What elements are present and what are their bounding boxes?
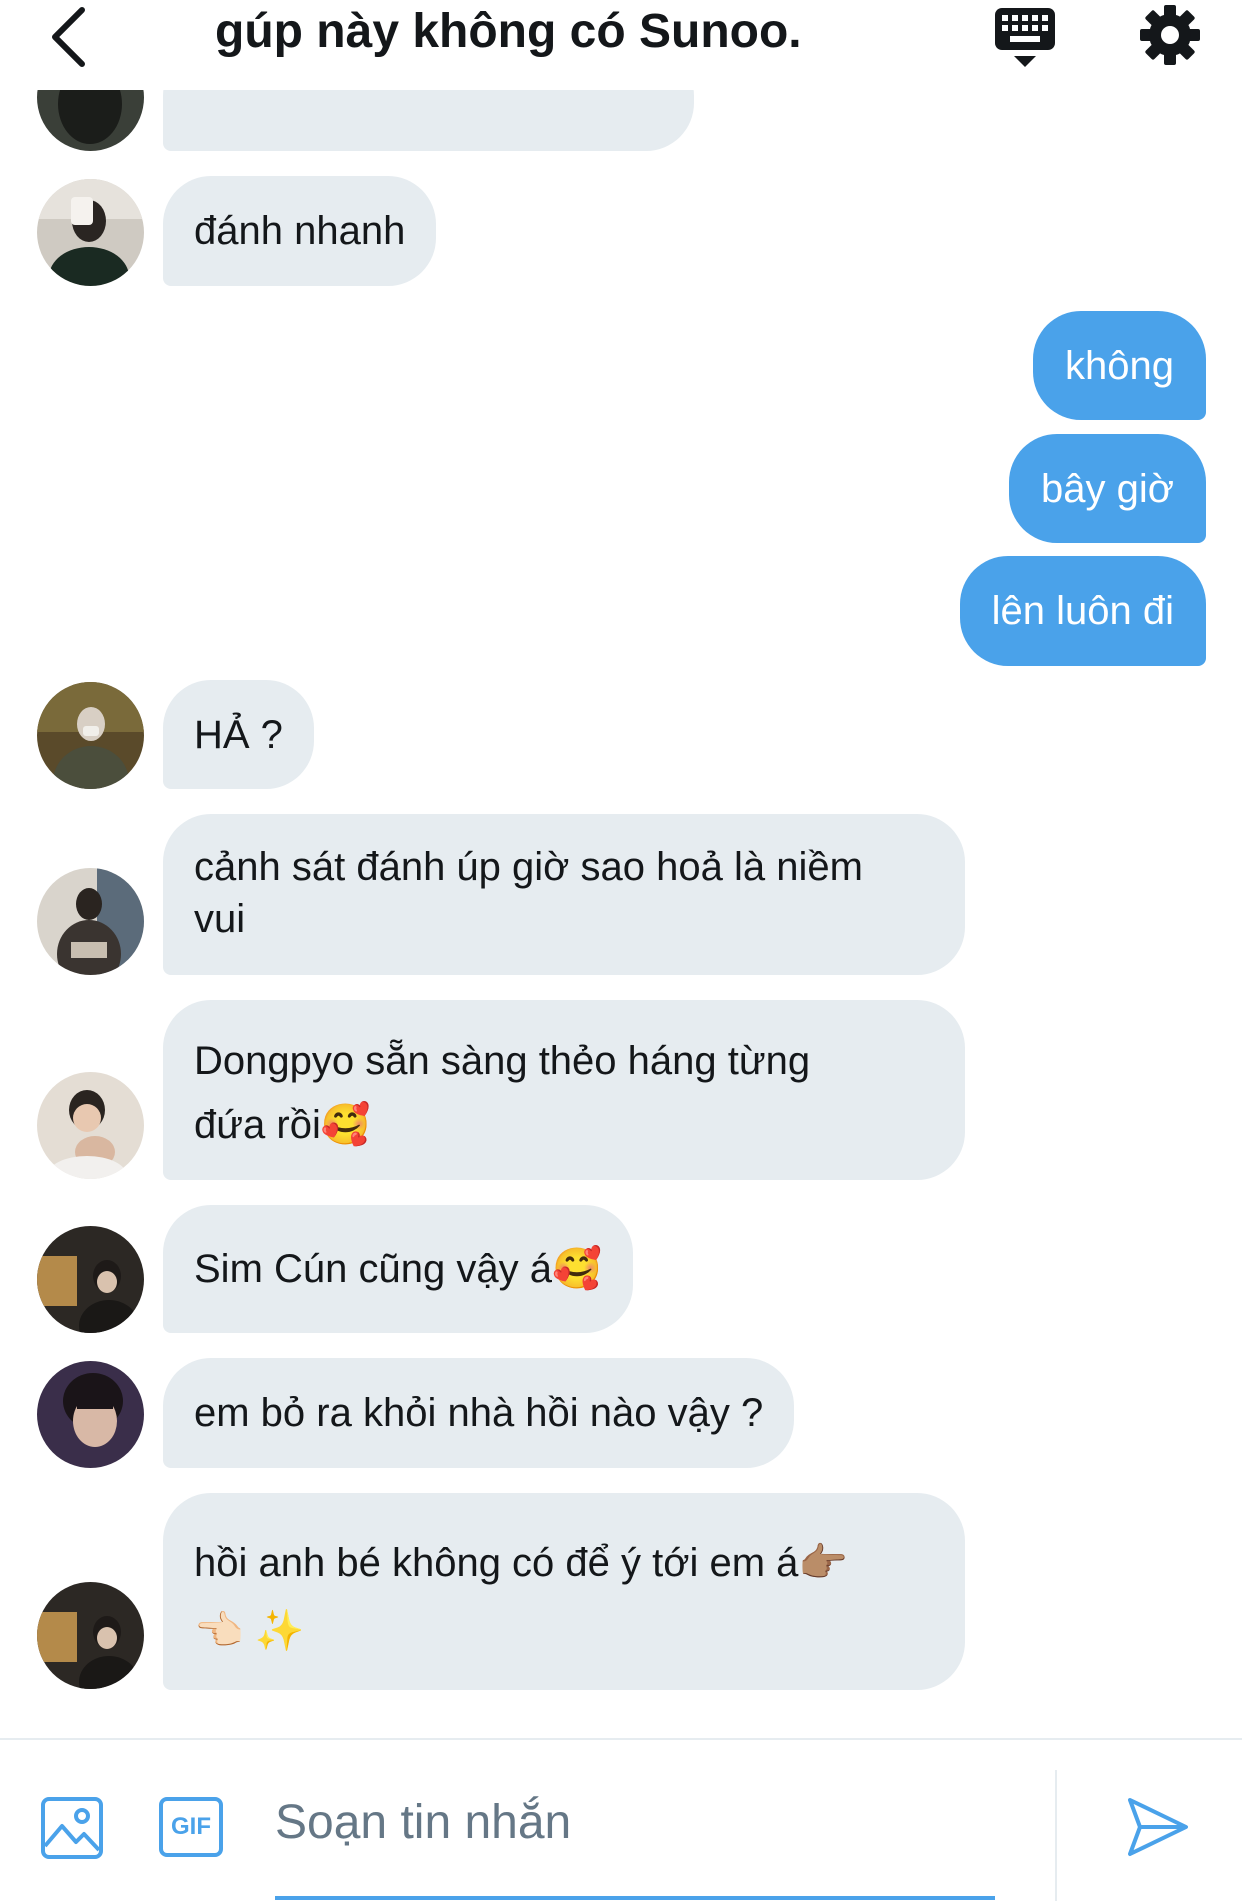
message-text: Dongpyo sẵn sàng thẻo háng từng: [194, 1039, 811, 1083]
chevron-left-icon: [52, 7, 85, 67]
message-text: HẢ ?: [194, 713, 283, 757]
message-text: lên luôn đi: [991, 589, 1174, 633]
avatar[interactable]: [37, 1072, 144, 1179]
message-bubble-outgoing[interactable]: lên luôn đi: [959, 556, 1206, 666]
image-icon: [41, 1797, 103, 1859]
settings-button[interactable]: [1139, 4, 1201, 66]
message-bubble[interactable]: cảnh sát đánh úp giờ sao hoả là niềm vui: [163, 814, 965, 975]
avatar[interactable]: [37, 868, 144, 975]
message-text: không: [1065, 344, 1174, 388]
message-bubble[interactable]: hồi anh bé không có để ý tới em á👉🏽 👈🏻 ✨: [163, 1493, 965, 1690]
avatar[interactable]: [37, 682, 144, 789]
conversation-header: gúp này không có Sunoo.: [0, 0, 1242, 90]
composer-divider: [1055, 1770, 1057, 1901]
message-bubble-outgoing[interactable]: bây giờ: [1009, 434, 1206, 543]
input-focus-underline: [275, 1896, 995, 1900]
avatar[interactable]: [37, 1361, 144, 1468]
message-bubble[interactable]: HẢ ?: [163, 680, 314, 789]
keyboard-icon: [995, 8, 1055, 67]
message-text: bây giờ: [1041, 467, 1174, 511]
send-button[interactable]: [1126, 1796, 1190, 1858]
message-text: vui: [194, 897, 246, 941]
add-photo-button[interactable]: [40, 1796, 104, 1860]
message-text: đứa rồi🥰: [194, 1103, 371, 1147]
message-bubble[interactable]: Sim Cún cũng vậy á🥰: [163, 1205, 633, 1333]
message-bubble-outgoing[interactable]: không: [1033, 311, 1206, 420]
message-text: đánh nhanh: [194, 209, 406, 253]
conversation-title[interactable]: gúp này không có Sunoo.: [215, 4, 802, 59]
add-gif-button[interactable]: GIF: [158, 1796, 224, 1858]
message-text: hồi anh bé không có để ý tới em á👉🏽: [194, 1541, 849, 1585]
avatar[interactable]: [37, 179, 144, 286]
keyboard-button[interactable]: [992, 4, 1058, 70]
back-button[interactable]: [38, 2, 98, 72]
message-bubble[interactable]: đánh nhanh: [163, 176, 437, 286]
avatar[interactable]: [37, 1226, 144, 1333]
message-text: 👈🏻 ✨: [194, 1609, 305, 1653]
message-bubble[interactable]: Dongpyo sẵn sàng thẻo háng từng đứa rồi🥰: [163, 1000, 965, 1180]
send-icon: [1128, 1798, 1188, 1856]
message-text: Sim Cún cũng vậy á🥰: [194, 1247, 602, 1291]
message-composer: GIF: [0, 1738, 1242, 1901]
avatar[interactable]: [37, 1582, 144, 1689]
message-text: em bỏ ra khỏi nhà hồi nào vậy ?: [194, 1391, 764, 1435]
message-input[interactable]: [275, 1782, 995, 1862]
gif-label: GIF: [171, 1813, 211, 1840]
message-bubble[interactable]: em bỏ ra khỏi nhà hồi nào vậy ?: [163, 1358, 795, 1468]
message-text: cảnh sát đánh úp giờ sao hoả là niềm: [194, 845, 863, 889]
gear-icon: [1140, 5, 1200, 65]
